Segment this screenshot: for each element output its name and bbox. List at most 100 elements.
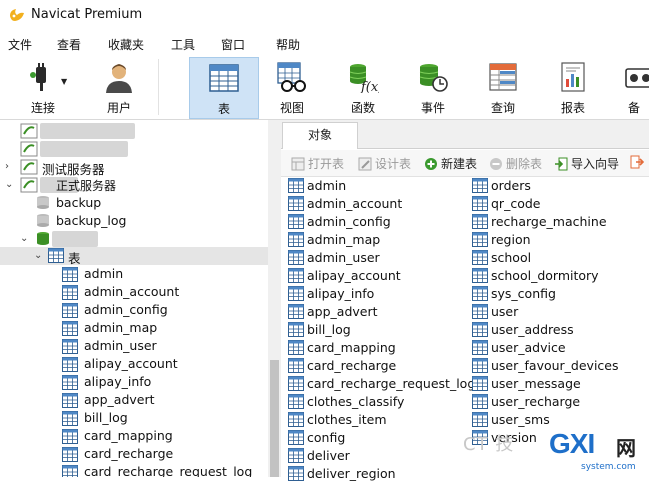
new-table-button[interactable]: 新建表 (424, 155, 477, 172)
connection-icon (20, 123, 38, 139)
database-icon (37, 214, 49, 227)
navicat-logo-icon (10, 9, 24, 21)
menu-view[interactable]: 查看 (57, 36, 81, 53)
connect-button[interactable]: ▼ 连接 (14, 57, 72, 117)
tree-row-open-database[interactable]: ⌄ (0, 230, 268, 248)
menu-window[interactable]: 窗口 (221, 36, 245, 53)
table-button[interactable]: 表 (189, 57, 259, 119)
delete-table-button[interactable]: 删除表 (489, 155, 542, 172)
import-wizard-label: 导入向导 (571, 157, 620, 171)
import-icon (555, 157, 568, 171)
view-button[interactable]: 视图 (263, 57, 321, 117)
export-icon (630, 155, 644, 169)
tree-row-table[interactable]: alipay_account (0, 355, 268, 373)
tree-row-table[interactable]: app_advert (0, 391, 268, 409)
toolbar-separator (158, 59, 159, 115)
tree-row-tables-node[interactable]: ⌄ 表 (0, 247, 268, 266)
menu-bar: 文件 查看 收藏夹 工具 窗口 帮助 (0, 31, 649, 55)
menu-help[interactable]: 帮助 (276, 36, 300, 53)
table-name: user_advice (491, 340, 566, 355)
menu-favorites[interactable]: 收藏夹 (108, 36, 144, 53)
table-name: qr_code (491, 196, 541, 211)
table-name: user_sms (491, 412, 550, 427)
plug-icon (30, 63, 46, 91)
tree-row-table[interactable]: card_recharge_request_log (0, 463, 268, 477)
tree-row-table[interactable]: card_mapping (0, 427, 268, 445)
table-icon (472, 250, 488, 265)
table-icon (472, 232, 488, 247)
chevron-down-icon[interactable]: ⌄ (34, 250, 44, 261)
open-table-button[interactable]: 打开表 (291, 155, 344, 172)
chevron-down-icon[interactable]: ⌄ (5, 179, 15, 190)
table-icon (472, 322, 488, 337)
table-icon (62, 447, 78, 462)
connection-tree[interactable]: › 测试服务器 ⌄ 正式服务器 backup backup_log ⌄ ⌄ 表 … (0, 120, 268, 477)
glasses-icon (277, 62, 306, 92)
chevron-right-icon[interactable]: › (5, 161, 15, 172)
tab-bar: 对象 (281, 120, 649, 149)
tree-row-test-server[interactable]: › 测试服务器 (0, 158, 268, 177)
tree-row-table[interactable]: bill_log (0, 409, 268, 427)
tree-row-table[interactable]: admin (0, 265, 268, 283)
tree-label: backup (56, 195, 102, 210)
table-icon (209, 64, 239, 92)
table-name: orders (491, 178, 531, 193)
design-table-label: 设计表 (375, 157, 412, 171)
tree-row-hidden-connection-2[interactable] (0, 140, 268, 158)
table-icon (472, 358, 488, 373)
tree-row-database[interactable]: backup (0, 194, 268, 212)
table-icon (288, 448, 304, 463)
chevron-down-icon[interactable]: ⌄ (20, 233, 30, 244)
table-name: region (491, 232, 531, 247)
watermark-faint-text: CT 技 (463, 434, 515, 455)
tree-row-table[interactable]: alipay_info (0, 373, 268, 391)
view-label: 视图 (279, 101, 304, 115)
tree-label: 正式服务器 (56, 179, 117, 193)
table-name: app_advert (307, 304, 378, 319)
table-name: card_recharge_request_log (307, 376, 476, 391)
table-name: admin_account (307, 196, 403, 211)
design-table-button[interactable]: 设计表 (358, 155, 411, 172)
query-button[interactable]: 查询 (474, 57, 532, 117)
tree-row-prod-server[interactable]: ⌄ 正式服务器 (0, 176, 268, 194)
table-icon (288, 178, 304, 193)
table-name: admin_config (307, 214, 391, 229)
tab-objects[interactable]: 对象 (282, 122, 358, 149)
table-icon (62, 303, 78, 318)
tree-row-database[interactable]: backup_log (0, 212, 268, 230)
table-icon (288, 430, 304, 445)
tree-row-table[interactable]: admin_account (0, 283, 268, 301)
tree-scrollbar[interactable] (268, 120, 281, 477)
table-name: card_mapping (307, 340, 396, 355)
event-button[interactable]: 事件 (404, 57, 462, 117)
import-wizard-button[interactable]: 导入向导 (554, 155, 619, 172)
tree-row-table[interactable]: admin_map (0, 319, 268, 337)
table-name: recharge_machine (491, 214, 607, 229)
table-icon (62, 285, 78, 300)
open-table-icon (291, 157, 305, 171)
tree-table-label: admin_config (84, 302, 168, 317)
menu-file[interactable]: 文件 (8, 36, 32, 53)
user-button[interactable]: 用户 (90, 57, 148, 117)
tree-row-table[interactable]: card_recharge (0, 445, 268, 463)
tree-row-table[interactable]: admin_config (0, 301, 268, 319)
function-button[interactable]: f(x) 函数 (334, 57, 392, 117)
table-icon (288, 394, 304, 409)
menu-tools[interactable]: 工具 (171, 36, 195, 53)
tree-table-label: card_mapping (84, 428, 173, 443)
backup-button[interactable]: 备份 (614, 57, 649, 117)
table-icon (472, 412, 488, 427)
delete-table-label: 删除表 (506, 157, 543, 171)
watermark-brand: GXI (549, 428, 595, 459)
dropdown-arrow-icon[interactable]: ▼ (61, 77, 67, 86)
query-label: 查询 (490, 101, 515, 115)
table-icon (62, 465, 78, 477)
scrollbar-thumb[interactable] (270, 360, 279, 477)
table-name: alipay_info (307, 286, 375, 301)
tree-row-hidden-connection-1[interactable] (0, 122, 268, 140)
table-icon (472, 340, 488, 355)
export-wizard-button[interactable] (630, 155, 647, 169)
report-button[interactable]: 报表 (544, 57, 602, 117)
tree-row-table[interactable]: admin_user (0, 337, 268, 355)
table-label: 表 (217, 102, 230, 116)
